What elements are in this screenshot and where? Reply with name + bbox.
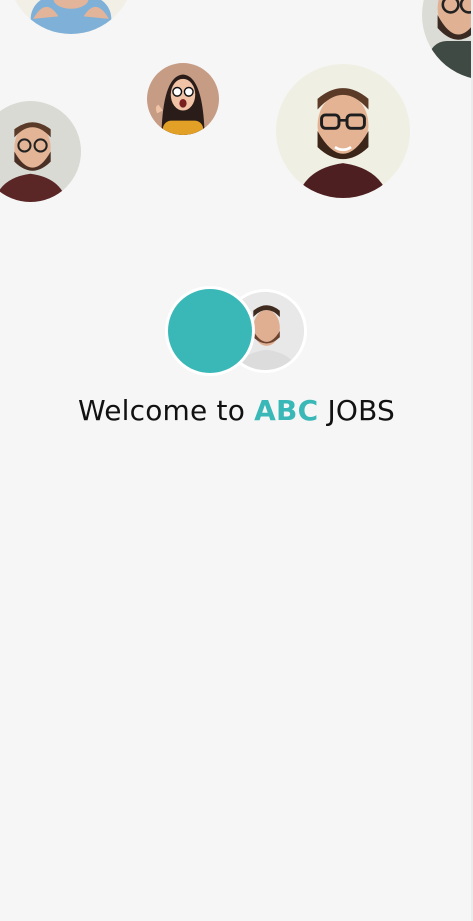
profile-avatar-left (0, 101, 81, 202)
welcome-suffix: JOBS (318, 394, 396, 427)
profile-avatar-top-left (8, 0, 134, 34)
app-logo (165, 286, 310, 376)
profile-avatar-woman (147, 63, 219, 135)
onboarding-screen: Welcome to ABC JOBS (0, 0, 473, 921)
welcome-prefix: Welcome to (77, 394, 255, 427)
teal-circle-logo-icon (165, 286, 255, 376)
welcome-heading: Welcome to ABC JOBS (0, 394, 473, 427)
profile-avatar-right (276, 64, 410, 198)
profile-avatar-top-right (422, 0, 473, 80)
brand-name: ABC (254, 394, 319, 427)
